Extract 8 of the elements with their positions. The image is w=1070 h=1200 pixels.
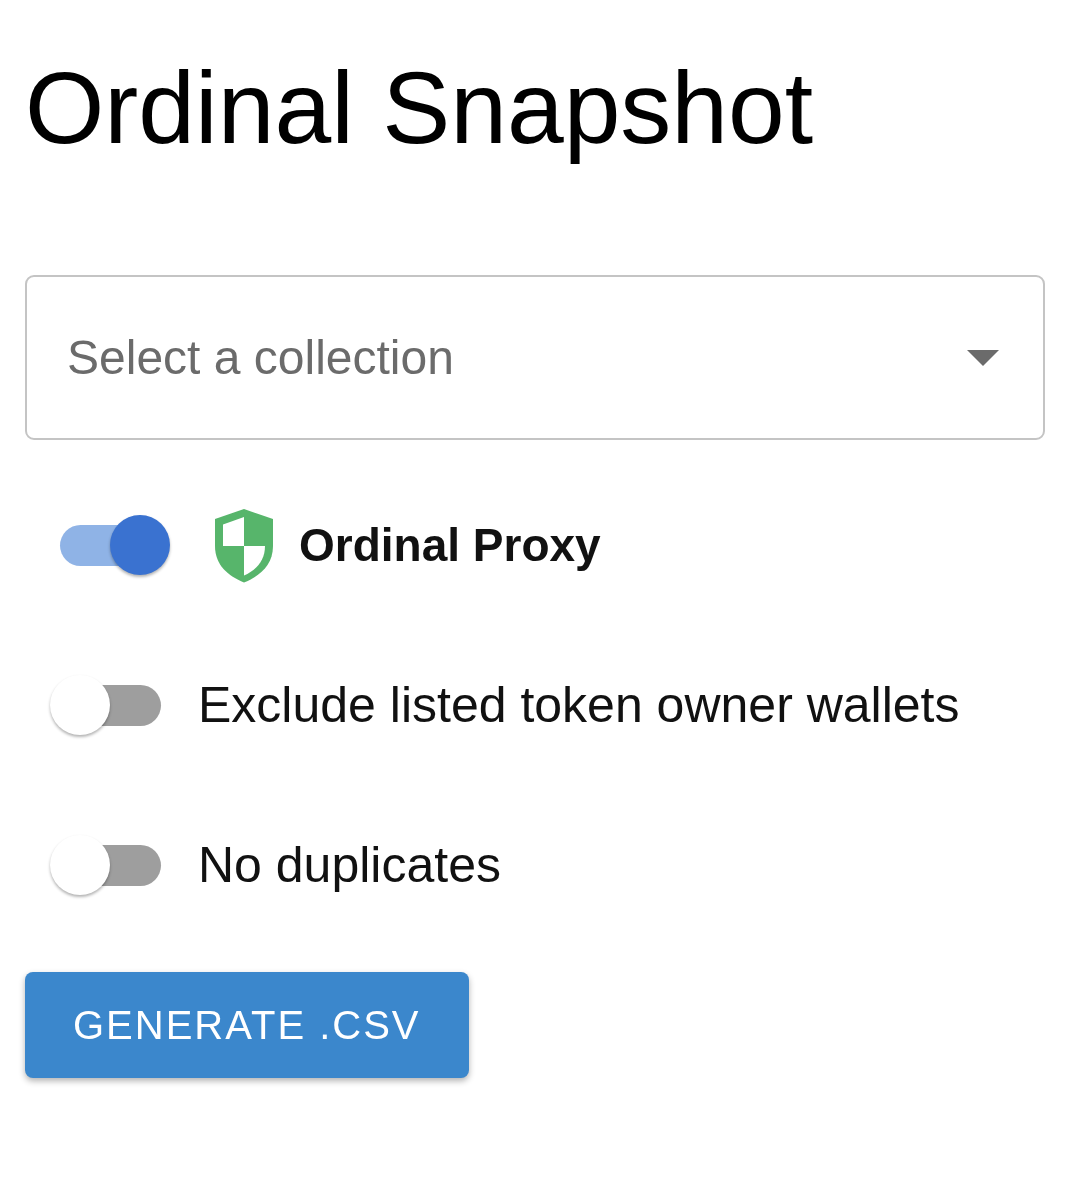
caret-down-icon	[967, 349, 999, 366]
generate-csv-button[interactable]: GENERATE .CSV	[25, 972, 469, 1079]
option-label: Ordinal Proxy	[299, 518, 601, 573]
option-label: No duplicates	[198, 836, 501, 895]
page-title: Ordinal Snapshot	[25, 50, 814, 167]
shield-icon	[214, 507, 274, 583]
option-label: Exclude listed token owner wallets	[198, 676, 960, 735]
collection-select[interactable]: Select a collection	[25, 275, 1045, 441]
